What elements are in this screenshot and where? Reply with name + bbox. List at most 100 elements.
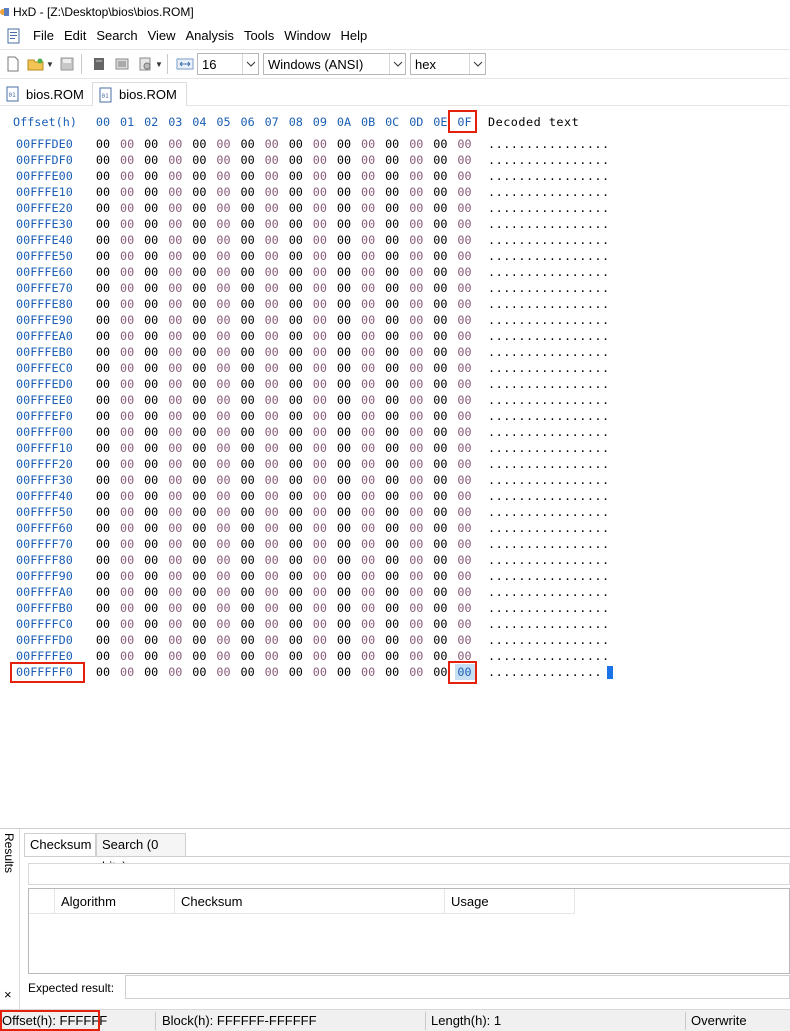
hex-byte[interactable]: 00 <box>455 584 475 600</box>
column-checksum[interactable]: Checksum <box>175 889 445 914</box>
decoded-text[interactable]: ................ <box>488 648 610 664</box>
hex-byte[interactable]: 00 <box>117 200 137 216</box>
hex-byte[interactable]: 00 <box>455 200 475 216</box>
hex-byte[interactable]: 00 <box>238 184 258 200</box>
hex-byte[interactable]: 00 <box>382 616 402 632</box>
hex-byte[interactable]: 00 <box>430 328 450 344</box>
hex-byte[interactable]: 00 <box>310 616 330 632</box>
hex-byte[interactable]: 00 <box>165 472 185 488</box>
hex-row[interactable]: 00FFFEF0 00 00 00 00 00 00 00 00 00 00 00 00 00 00 00 00… <box>0 408 790 424</box>
hex-row[interactable]: 00FFFE10 00 00 00 00 00 00 00 00 00 00 00 00 00 00 00 00… <box>0 184 790 200</box>
hex-row[interactable]: 00FFFF20 00 00 00 00 00 00 00 00 00 00 00 00 00 00 00 00… <box>0 456 790 472</box>
hex-byte[interactable]: 00 <box>286 440 306 456</box>
hex-byte[interactable]: 00 <box>334 616 354 632</box>
hex-byte[interactable]: 00 <box>430 568 450 584</box>
hex-byte[interactable]: 00 <box>189 424 209 440</box>
results-side-tab[interactable]: Results × <box>0 829 20 1009</box>
decoded-text[interactable]: ................ <box>488 600 610 616</box>
hex-byte[interactable]: 00 <box>214 472 234 488</box>
hex-byte[interactable]: 00 <box>214 232 234 248</box>
hex-row[interactable]: 00FFFFA0 00 00 00 00 00 00 00 00 00 00 00 00 00 00 00 00… <box>0 584 790 600</box>
hex-byte[interactable]: 00 <box>93 440 113 456</box>
decoded-text[interactable]: ................ <box>488 216 610 232</box>
hex-byte[interactable]: 00 <box>238 280 258 296</box>
decoded-text[interactable]: ................ <box>488 584 610 600</box>
hex-byte[interactable]: 00 <box>189 344 209 360</box>
hex-byte[interactable]: 00 <box>93 280 113 296</box>
hex-byte[interactable]: 00 <box>455 216 475 232</box>
hex-byte[interactable]: 00 <box>93 488 113 504</box>
hex-byte[interactable]: 00 <box>430 136 450 152</box>
hex-byte[interactable]: 00 <box>358 200 378 216</box>
hex-byte[interactable]: 00 <box>286 232 306 248</box>
hex-row[interactable]: 00FFFEC0 00 00 00 00 00 00 00 00 00 00 00 00 00 00 00 00… <box>0 360 790 376</box>
hex-byte[interactable]: 00 <box>406 376 426 392</box>
hex-byte[interactable]: 00 <box>117 280 137 296</box>
hex-byte[interactable]: 00 <box>430 552 450 568</box>
hex-byte[interactable]: 00 <box>430 376 450 392</box>
hex-byte[interactable]: 00 <box>214 408 234 424</box>
hex-byte[interactable]: 00 <box>93 664 113 680</box>
hex-row[interactable]: 00FFFE70 00 00 00 00 00 00 00 00 00 00 00 00 00 00 00 00… <box>0 280 790 296</box>
hex-byte[interactable]: 00 <box>358 488 378 504</box>
hex-row[interactable]: 00FFFE20 00 00 00 00 00 00 00 00 00 00 00 00 00 00 00 00… <box>0 200 790 216</box>
hex-byte[interactable]: 00 <box>262 168 282 184</box>
hex-byte[interactable]: 00 <box>262 344 282 360</box>
hex-byte[interactable]: 00 <box>310 184 330 200</box>
hex-byte[interactable]: 00 <box>262 232 282 248</box>
hex-byte[interactable]: 00 <box>165 136 185 152</box>
hex-byte[interactable]: 00 <box>238 408 258 424</box>
hex-byte[interactable]: 00 <box>189 536 209 552</box>
hex-byte[interactable]: 00 <box>165 616 185 632</box>
decoded-text[interactable]: ................ <box>488 200 610 216</box>
hex-byte[interactable]: 00 <box>310 216 330 232</box>
hex-byte[interactable]: 00 <box>358 440 378 456</box>
hex-byte[interactable]: 00 <box>382 312 402 328</box>
hex-byte[interactable]: 00 <box>406 152 426 168</box>
hex-byte[interactable]: 00 <box>430 440 450 456</box>
hex-byte[interactable]: 00 <box>165 328 185 344</box>
hex-byte[interactable]: 00 <box>165 456 185 472</box>
hex-byte[interactable]: 00 <box>334 408 354 424</box>
hex-byte[interactable]: 00 <box>93 136 113 152</box>
decoded-text[interactable]: ................ <box>488 456 610 472</box>
hex-row[interactable]: 00FFFED0 00 00 00 00 00 00 00 00 00 00 00 00 00 00 00 00… <box>0 376 790 392</box>
hex-byte[interactable]: 00 <box>141 328 161 344</box>
hex-byte[interactable]: 00 <box>358 264 378 280</box>
offset-base-combo[interactable]: hex <box>410 53 486 75</box>
hex-byte[interactable]: 00 <box>358 456 378 472</box>
hex-byte[interactable]: 00 <box>334 264 354 280</box>
hex-byte[interactable]: 00 <box>117 360 137 376</box>
hex-row[interactable]: 00FFFE80 00 00 00 00 00 00 00 00 00 00 00 00 00 00 00 00… <box>0 296 790 312</box>
hex-byte[interactable]: 00 <box>310 232 330 248</box>
hex-byte[interactable]: 00 <box>165 568 185 584</box>
hex-byte[interactable]: 00 <box>238 632 258 648</box>
hex-byte[interactable]: 00 <box>310 584 330 600</box>
hex-byte[interactable]: 00 <box>238 488 258 504</box>
hex-byte[interactable]: 00 <box>455 280 475 296</box>
hex-byte[interactable]: 00 <box>334 504 354 520</box>
hex-byte[interactable]: 00 <box>165 408 185 424</box>
hex-byte[interactable]: 00 <box>334 424 354 440</box>
hex-byte[interactable]: 00 <box>310 296 330 312</box>
hex-byte[interactable]: 00 <box>406 616 426 632</box>
hex-byte[interactable]: 00 <box>189 472 209 488</box>
hex-byte[interactable]: 00 <box>358 472 378 488</box>
hex-byte[interactable]: 00 <box>141 200 161 216</box>
hex-byte[interactable]: 00 <box>262 248 282 264</box>
hex-byte[interactable]: 00 <box>334 456 354 472</box>
hex-byte[interactable]: 00 <box>455 264 475 280</box>
hex-byte[interactable]: 00 <box>406 472 426 488</box>
hex-byte[interactable]: 00 <box>382 200 402 216</box>
hex-byte[interactable]: 00 <box>358 184 378 200</box>
hex-byte[interactable]: 00 <box>214 456 234 472</box>
charset-combo[interactable]: Windows (ANSI) <box>263 53 406 75</box>
hex-byte[interactable]: 00 <box>406 648 426 664</box>
hex-row[interactable]: 00FFFE50 00 00 00 00 00 00 00 00 00 00 00 00 00 00 00 00… <box>0 248 790 264</box>
hex-byte[interactable]: 00 <box>358 248 378 264</box>
hex-row[interactable]: 00FFFDE0 00 00 00 00 00 00 00 00 00 00 00 00 00 00 00 00… <box>0 136 790 152</box>
hex-byte[interactable]: 00 <box>117 552 137 568</box>
hex-byte[interactable]: 00 <box>93 600 113 616</box>
hex-byte[interactable]: 00 <box>310 568 330 584</box>
hex-byte[interactable]: 00 <box>262 536 282 552</box>
